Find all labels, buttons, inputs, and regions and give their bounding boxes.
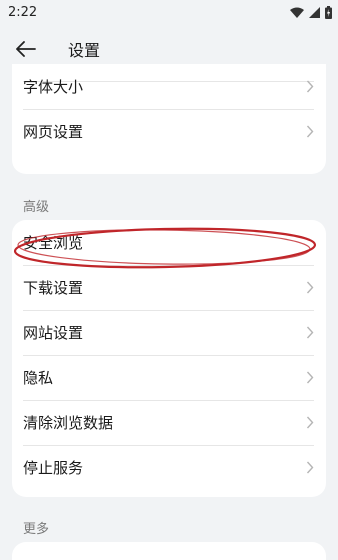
chevron-right-icon (306, 80, 314, 93)
settings-item-privacy[interactable]: 隐私 (12, 355, 326, 400)
battery-icon (325, 5, 332, 19)
chevron-right-icon (306, 371, 314, 384)
chevron-right-icon (306, 416, 314, 429)
chevron-right-icon (306, 125, 314, 138)
settings-card-general: 字体大小 网页设置 (12, 64, 326, 174)
chevron-right-icon (306, 461, 314, 474)
chevron-right-icon (306, 281, 314, 294)
settings-item-download[interactable]: 下载设置 (12, 265, 326, 310)
settings-item-label: 字体大小 (23, 78, 84, 96)
settings-card-more (12, 542, 326, 560)
settings-item-font-size[interactable]: 字体大小 (12, 64, 326, 109)
wifi-icon (290, 7, 304, 18)
chevron-right-icon (306, 326, 314, 339)
settings-item-webpage[interactable]: 网页设置 (12, 109, 326, 154)
settings-item-label: 网站设置 (23, 324, 84, 342)
settings-card-advanced: 安全浏览 下载设置 网站设置 隐私 清除浏览数据 停止服务 (12, 220, 326, 497)
settings-item-clear-data[interactable]: 清除浏览数据 (12, 400, 326, 445)
arrow-left-icon (16, 41, 36, 57)
page-title: 设置 (68, 41, 101, 60)
settings-item-site[interactable]: 网站设置 (12, 310, 326, 355)
status-bar: 2:22 (0, 0, 338, 24)
section-header-advanced: 高级 (23, 200, 50, 215)
settings-item-safe-browsing[interactable]: 安全浏览 (12, 220, 326, 265)
status-icons (290, 5, 332, 19)
settings-item-label: 安全浏览 (23, 234, 84, 252)
signal-icon (309, 6, 320, 18)
settings-item-label: 下载设置 (23, 279, 84, 297)
status-time: 2:22 (8, 4, 38, 20)
settings-item-label: 清除浏览数据 (23, 414, 114, 432)
settings-item-stop-service[interactable]: 停止服务 (12, 445, 326, 490)
settings-item-label: 停止服务 (23, 459, 84, 477)
settings-item-label: 隐私 (23, 369, 54, 387)
settings-item-label: 网页设置 (23, 123, 84, 141)
section-header-more: 更多 (23, 522, 50, 537)
